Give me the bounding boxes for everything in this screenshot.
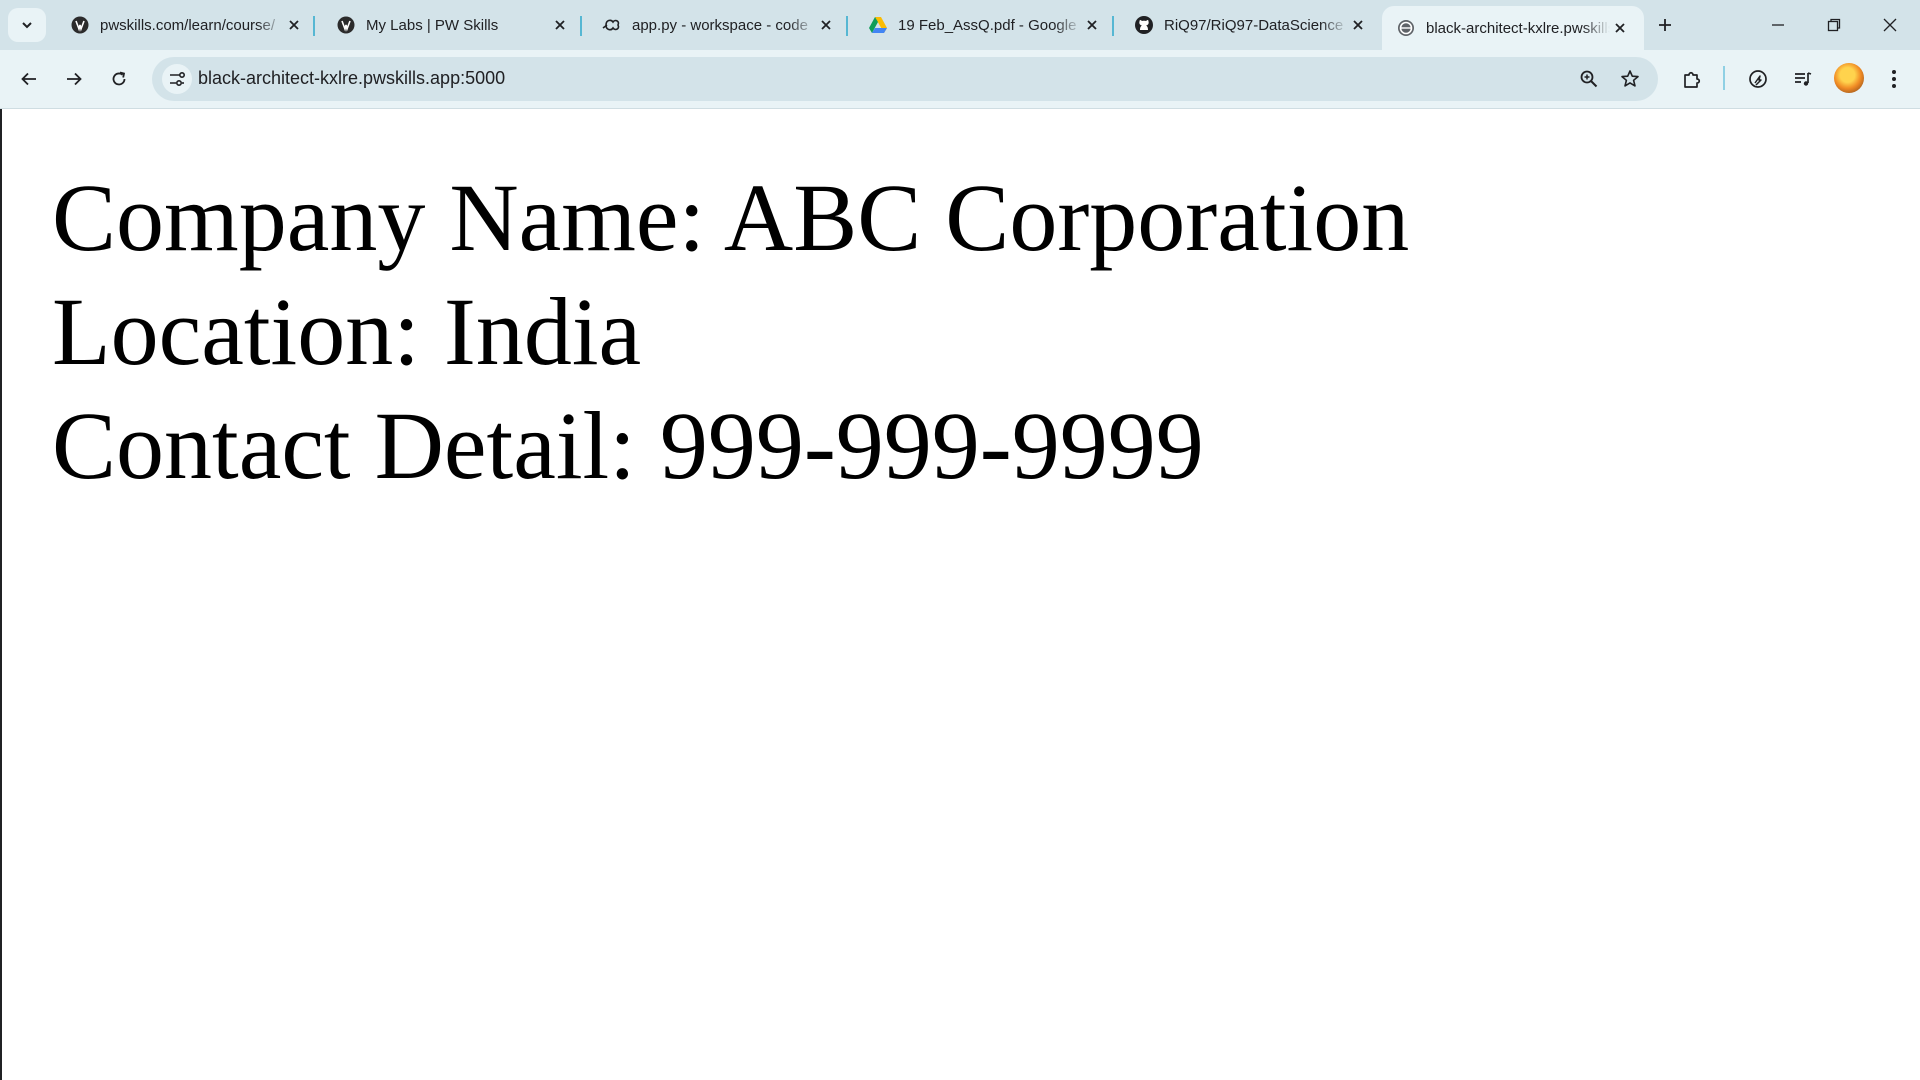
back-arrow-icon xyxy=(20,70,38,88)
tab-google-drive-pdf[interactable]: 19 Feb_AssQ.pdf - Google xyxy=(854,6,1116,44)
minimize-button[interactable] xyxy=(1760,10,1796,40)
pwskills-icon xyxy=(336,15,356,35)
tab-title: 19 Feb_AssQ.pdf - Google xyxy=(898,16,1077,34)
tab-github-repo[interactable]: RiQ97/RiQ97-DataScience xyxy=(1120,6,1382,44)
forward-arrow-icon xyxy=(65,70,83,88)
close-icon[interactable] xyxy=(284,15,304,35)
chevron-down-icon xyxy=(20,18,34,32)
zoom-button[interactable] xyxy=(1576,66,1602,92)
address-bar[interactable]: black-architect-kxlre.pwskills.app:5000 xyxy=(152,57,1658,101)
tab-separator xyxy=(580,16,582,36)
close-window-button[interactable] xyxy=(1872,10,1908,40)
company-name-line: Company Name: ABC Corporation xyxy=(52,164,1410,271)
globe-icon xyxy=(1396,18,1416,38)
tab-separator xyxy=(1112,16,1114,36)
tab-title: RiQ97/RiQ97-DataScience xyxy=(1164,16,1344,34)
toolbar-divider xyxy=(1723,66,1725,90)
site-info-button[interactable] xyxy=(162,64,192,94)
bookmark-button[interactable] xyxy=(1617,66,1643,92)
tab-title: My Labs | PW Skills xyxy=(366,16,499,34)
company-info: Company Name: ABC Corporation Location: … xyxy=(52,161,1409,503)
media-playlist-icon xyxy=(1792,68,1814,90)
address-bar-url[interactable]: black-architect-kxlre.pwskills.app:5000 xyxy=(198,68,505,89)
code-server-icon xyxy=(602,15,622,35)
tab-active-flask-app[interactable]: black-architect-kxlre.pwskills xyxy=(1382,6,1644,50)
site-settings-icon xyxy=(168,70,186,88)
tab-title: black-architect-kxlre.pwskills xyxy=(1426,19,1610,37)
reload-button[interactable] xyxy=(103,63,135,95)
google-drive-icon xyxy=(868,15,888,35)
restore-icon xyxy=(1826,17,1842,33)
close-icon[interactable] xyxy=(550,15,570,35)
performance-button[interactable] xyxy=(1742,63,1774,95)
close-icon[interactable] xyxy=(1610,18,1630,38)
tab-app-py[interactable]: app.py - workspace - code xyxy=(588,6,850,44)
close-icon xyxy=(1882,17,1898,33)
restore-button[interactable] xyxy=(1816,10,1852,40)
reload-icon xyxy=(110,70,128,88)
pwskills-icon xyxy=(70,15,90,35)
new-tab-button[interactable] xyxy=(1652,12,1678,38)
browser-toolbar: black-architect-kxlre.pwskills.app:5000 xyxy=(0,50,1920,109)
browser-menu-button[interactable] xyxy=(1878,63,1910,95)
tab-my-labs[interactable]: My Labs | PW Skills xyxy=(322,6,584,44)
media-control-button[interactable] xyxy=(1787,63,1819,95)
speedometer-icon xyxy=(1747,68,1769,90)
kebab-menu-icon xyxy=(1891,69,1897,89)
tab-search-button[interactable] xyxy=(8,8,46,42)
zoom-icon xyxy=(1579,69,1599,89)
location-line: Location: India xyxy=(52,278,642,385)
minimize-icon xyxy=(1770,17,1786,33)
back-button[interactable] xyxy=(13,63,45,95)
close-icon[interactable] xyxy=(1348,15,1368,35)
tab-separator xyxy=(846,16,848,36)
page-viewport: Company Name: ABC Corporation Location: … xyxy=(0,109,1920,1080)
tab-title: app.py - workspace - code xyxy=(632,16,808,34)
plus-icon xyxy=(1657,17,1673,33)
close-icon[interactable] xyxy=(816,15,836,35)
contact-detail-line: Contact Detail: 999-999-9999 xyxy=(52,392,1204,499)
forward-button[interactable] xyxy=(58,63,90,95)
tab-title: pwskills.com/learn/course/ xyxy=(100,16,276,34)
extensions-button[interactable] xyxy=(1676,63,1708,95)
profile-avatar[interactable] xyxy=(1834,63,1864,93)
github-icon xyxy=(1134,15,1154,35)
puzzle-icon xyxy=(1681,68,1703,90)
tab-strip: pwskills.com/learn/course/ My Labs | PW … xyxy=(0,0,1920,50)
tab-separator xyxy=(313,16,315,36)
close-icon[interactable] xyxy=(1082,15,1102,35)
star-icon xyxy=(1620,69,1640,89)
tab-pwskills-course[interactable]: pwskills.com/learn/course/ xyxy=(56,6,318,44)
